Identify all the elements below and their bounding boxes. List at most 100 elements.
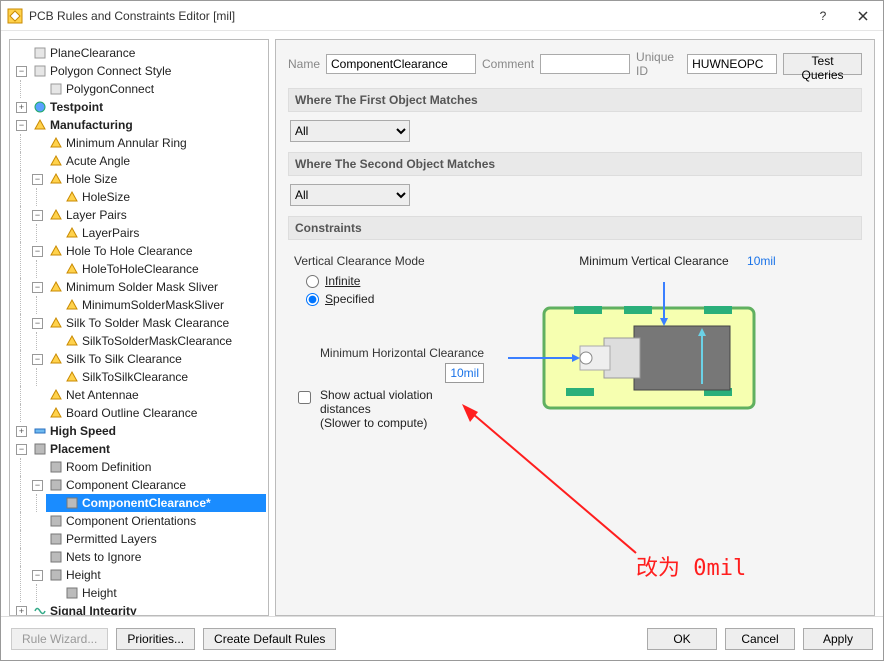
first-match-header: Where The First Object Matches	[288, 88, 862, 112]
rule-icon	[49, 568, 63, 582]
rule-icon	[33, 64, 47, 78]
category-icon	[33, 100, 47, 114]
collapse-icon[interactable]: −	[32, 282, 43, 293]
tree-item[interactable]: Testpoint	[50, 98, 103, 116]
clearance-diagram: Minimum Vertical Clearance 10mil	[504, 254, 856, 430]
app-icon	[7, 8, 23, 24]
tree-item[interactable]: HoleToHoleClearance	[82, 260, 199, 278]
collapse-icon[interactable]: −	[32, 318, 43, 329]
uid-input[interactable]	[687, 54, 777, 74]
category-icon	[33, 604, 47, 616]
ok-button[interactable]: OK	[647, 628, 717, 650]
min-h-label: Minimum Horizontal Clearance	[294, 346, 484, 360]
tree-item[interactable]: SilkToSilkClearance	[82, 368, 188, 386]
help-button[interactable]: ?	[803, 1, 843, 31]
create-default-button[interactable]: Create Default Rules	[203, 628, 336, 650]
rule-icon	[65, 370, 79, 384]
rule-icon	[65, 298, 79, 312]
tree-item[interactable]: Room Definition	[66, 458, 151, 476]
uid-label: Unique ID	[636, 50, 681, 78]
rule-icon	[49, 388, 63, 402]
expand-icon[interactable]: +	[16, 606, 27, 617]
rule-icon	[33, 46, 47, 60]
name-label: Name	[288, 57, 320, 71]
tree-item[interactable]: Board Outline Clearance	[66, 404, 197, 422]
cancel-button[interactable]: Cancel	[725, 628, 795, 650]
infinite-radio[interactable]	[306, 275, 319, 288]
apply-button[interactable]: Apply	[803, 628, 873, 650]
tree-item[interactable]: High Speed	[50, 422, 116, 440]
tree-item[interactable]: Net Antennae	[66, 386, 139, 404]
tree-item[interactable]: ComponentClearance*	[82, 494, 211, 512]
tree-item[interactable]: Silk To Solder Mask Clearance	[66, 314, 229, 332]
tree-item[interactable]: Nets to Ignore	[66, 548, 141, 566]
tree-item[interactable]: Polygon Connect Style	[50, 62, 171, 80]
show-violation-sublabel: (Slower to compute)	[320, 416, 484, 430]
tree-item[interactable]: Manufacturing	[50, 116, 133, 134]
tree-item[interactable]: Layer Pairs	[66, 206, 127, 224]
rule-icon	[49, 208, 63, 222]
comment-input[interactable]	[540, 54, 630, 74]
tree-item[interactable]: Component Clearance	[66, 476, 186, 494]
show-violation-checkbox[interactable]	[298, 391, 311, 404]
tree-item[interactable]: Acute Angle	[66, 152, 130, 170]
test-queries-button[interactable]: Test Queries	[783, 53, 862, 75]
second-match-select[interactable]: All	[290, 184, 410, 206]
tree-item[interactable]: Hole To Hole Clearance	[66, 242, 193, 260]
rule-icon	[49, 154, 63, 168]
priorities-button[interactable]: Priorities...	[116, 628, 195, 650]
first-match-select[interactable]: All	[290, 120, 410, 142]
rule-icon	[49, 550, 63, 564]
category-icon	[33, 442, 47, 456]
rule-icon	[65, 586, 79, 600]
tree-item[interactable]: PolygonConnect	[66, 80, 154, 98]
rule-icon	[49, 478, 63, 492]
expand-icon[interactable]: +	[16, 426, 27, 437]
tree-item[interactable]: Hole Size	[66, 170, 117, 188]
collapse-icon[interactable]: −	[32, 480, 43, 491]
tree-item[interactable]: LayerPairs	[82, 224, 139, 242]
rule-icon	[49, 406, 63, 420]
rule-icon	[49, 280, 63, 294]
tree-item-selected: ComponentClearance*	[46, 494, 266, 512]
tree-item[interactable]: MinimumSolderMaskSliver	[82, 296, 224, 314]
tree-item[interactable]: Minimum Solder Mask Sliver	[66, 278, 218, 296]
expand-icon[interactable]: +	[16, 102, 27, 113]
tree-item[interactable]: Height	[82, 584, 117, 602]
tree-item[interactable]: Permitted Layers	[66, 530, 157, 548]
tree-item[interactable]: Minimum Annular Ring	[66, 134, 187, 152]
rule-icon	[49, 136, 63, 150]
rule-icon	[49, 244, 63, 258]
name-input[interactable]	[326, 54, 476, 74]
title-bar: PCB Rules and Constraints Editor [mil] ?	[1, 1, 883, 31]
collapse-icon[interactable]: −	[16, 66, 27, 77]
rule-icon	[65, 334, 79, 348]
rule-icon	[49, 352, 63, 366]
specified-radio[interactable]	[306, 293, 319, 306]
vcm-label: Vertical Clearance Mode	[294, 254, 484, 268]
collapse-icon[interactable]: −	[16, 120, 27, 131]
tree-item[interactable]: PlaneClearance	[50, 44, 135, 62]
category-icon	[33, 118, 47, 132]
min-h-value[interactable]: 10mil	[445, 363, 484, 383]
collapse-icon[interactable]: −	[16, 444, 27, 455]
rule-editor-panel: Name Comment Unique ID Test Queries Wher…	[275, 39, 875, 616]
category-icon	[33, 424, 47, 438]
collapse-icon[interactable]: −	[32, 354, 43, 365]
collapse-icon[interactable]: −	[32, 174, 43, 185]
collapse-icon[interactable]: −	[32, 570, 43, 581]
collapse-icon[interactable]: −	[32, 210, 43, 221]
tree-item[interactable]: Component Orientations	[66, 512, 196, 530]
tree-item[interactable]: HoleSize	[82, 188, 130, 206]
tree-item[interactable]: SilkToSolderMaskClearance	[82, 332, 232, 350]
rule-icon	[65, 226, 79, 240]
rules-tree[interactable]: PlaneClearance − Polygon Connect Style Po…	[9, 39, 269, 616]
min-v-value[interactable]: 10mil	[742, 251, 781, 271]
collapse-icon[interactable]: −	[32, 246, 43, 257]
tree-item[interactable]: Silk To Silk Clearance	[66, 350, 182, 368]
tree-item[interactable]: Placement	[50, 440, 110, 458]
tree-item[interactable]: Signal Integrity	[50, 602, 137, 616]
close-button[interactable]	[843, 1, 883, 31]
constraints-header: Constraints	[288, 216, 862, 240]
tree-item[interactable]: Height	[66, 566, 101, 584]
